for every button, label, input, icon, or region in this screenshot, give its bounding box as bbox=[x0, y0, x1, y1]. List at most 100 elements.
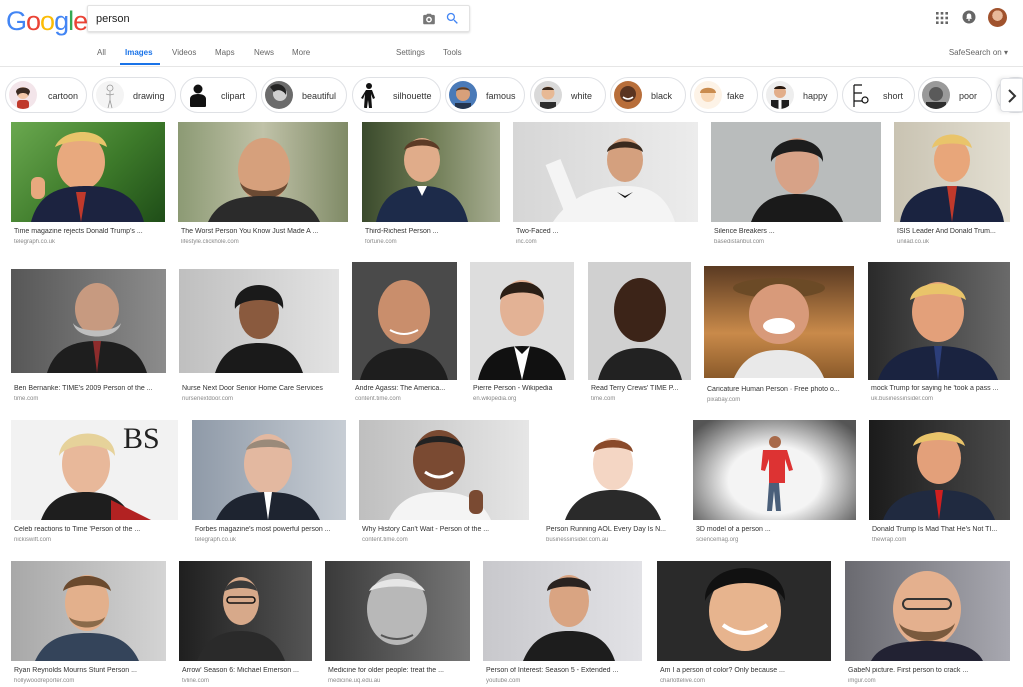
chip-thumbnail bbox=[265, 81, 293, 109]
search-nav: All Images Videos Maps News More Setting… bbox=[0, 48, 1023, 62]
image-result[interactable]: Medicine for older people: treat the ...… bbox=[325, 561, 470, 687]
image-result[interactable]: Am I a person of color? Only because ...… bbox=[657, 561, 831, 687]
chip-black[interactable]: black bbox=[610, 77, 686, 113]
result-source: medicine.uq.edu.au bbox=[328, 678, 381, 684]
tab-news[interactable]: News bbox=[254, 48, 274, 57]
tools-link[interactable]: Tools bbox=[443, 48, 462, 57]
result-source: unilad.co.uk bbox=[897, 239, 930, 245]
result-source: lifestyle.clickhole.com bbox=[181, 239, 239, 245]
result-thumbnail bbox=[868, 262, 1010, 380]
image-result[interactable]: The Worst Person You Know Just Made A ..… bbox=[178, 122, 348, 252]
safesearch-toggle[interactable]: SafeSearch on ▾ bbox=[949, 48, 1008, 57]
image-result[interactable]: Person of Interest: Season 5 - Extended … bbox=[483, 561, 642, 687]
result-thumbnail bbox=[845, 561, 1010, 661]
chip-happy[interactable]: happy bbox=[762, 77, 838, 113]
result-title: Silence Breakers ... bbox=[714, 228, 775, 235]
tab-more[interactable]: More bbox=[292, 48, 310, 57]
chip-famous[interactable]: famous bbox=[445, 77, 525, 113]
chip-fake[interactable]: fake bbox=[690, 77, 758, 113]
chip-silhouette[interactable]: silhouette bbox=[352, 77, 441, 113]
result-source: sciencemag.org bbox=[696, 537, 739, 543]
search-box[interactable] bbox=[87, 5, 470, 32]
result-thumbnail bbox=[11, 122, 165, 222]
result-source: time.com bbox=[14, 396, 39, 402]
google-logo[interactable]: Google bbox=[6, 6, 88, 37]
result-title: mock Trump for saying he 'took a pass ..… bbox=[871, 385, 999, 392]
tab-videos[interactable]: Videos bbox=[172, 48, 196, 57]
image-result[interactable]: Caricature Human Person · Free photo o..… bbox=[704, 266, 854, 407]
result-thumbnail bbox=[657, 561, 831, 661]
settings-link[interactable]: Settings bbox=[396, 48, 425, 57]
result-thumbnail bbox=[11, 561, 166, 661]
result-title: GabeN picture. First person to crack ... bbox=[848, 667, 969, 674]
result-title: Forbes magazine's most powerful person .… bbox=[195, 526, 331, 533]
svg-text:BS: BS bbox=[123, 422, 160, 455]
result-title: Nurse Next Door Senior Home Care Service… bbox=[182, 385, 323, 392]
image-result[interactable]: Why History Can't Wait - Person of the .… bbox=[359, 420, 529, 550]
image-result[interactable]: Two-Faced ... inc.com bbox=[513, 122, 698, 252]
result-thumbnail bbox=[693, 420, 856, 520]
result-source: telegraph.co.uk bbox=[195, 537, 237, 543]
image-result[interactable]: Pierre Person - Wikipedia en.wikipedia.o… bbox=[470, 262, 574, 407]
result-source: imgur.com bbox=[848, 678, 876, 684]
result-source: telegraph.co.uk bbox=[14, 239, 56, 245]
result-source: tvline.com bbox=[182, 678, 210, 684]
image-result[interactable]: Person Running AOL Every Day Is N... bus… bbox=[543, 420, 681, 550]
image-result[interactable]: Third-Richest Person ... fortune.com bbox=[362, 122, 500, 252]
chip-label: fake bbox=[727, 91, 745, 101]
chip-label: cartoon bbox=[48, 91, 79, 101]
chip-label: poor bbox=[959, 91, 978, 101]
chips-next-button[interactable] bbox=[1000, 78, 1023, 112]
result-thumbnail bbox=[470, 262, 574, 380]
result-source: nickiswift.com bbox=[14, 537, 52, 543]
result-source: youtube.com bbox=[486, 678, 521, 684]
image-result[interactable]: Arrow' Season 6: Michael Emerson ... tvl… bbox=[179, 561, 312, 687]
chip-label: silhouette bbox=[393, 91, 432, 101]
apps-grid-icon[interactable] bbox=[936, 12, 948, 24]
image-result[interactable]: Donald Trump Is Mad That He's Not TI... … bbox=[869, 420, 1010, 550]
chip-thumbnail bbox=[449, 81, 477, 109]
chip-white[interactable]: white bbox=[530, 77, 606, 113]
image-result[interactable]: Forbes magazine's most powerful person .… bbox=[192, 420, 346, 550]
result-thumbnail bbox=[352, 262, 457, 380]
image-result[interactable]: ISIS Leader And Donald Trum... unilad.co… bbox=[894, 122, 1010, 252]
image-result[interactable]: Nurse Next Door Senior Home Care Service… bbox=[179, 269, 339, 407]
result-source: en.wikipedia.org bbox=[473, 396, 517, 402]
result-title: Third-Richest Person ... bbox=[365, 228, 439, 235]
result-source: hollywoodreporter.com bbox=[14, 678, 75, 684]
search-icon[interactable] bbox=[445, 11, 460, 26]
chip-cartoon[interactable]: cartoon bbox=[5, 77, 87, 113]
result-source: pixabay.com bbox=[707, 397, 741, 403]
image-result[interactable]: mock Trump for saying he 'took a pass ..… bbox=[868, 262, 1010, 407]
image-result[interactable]: Ben Bernanke: TIME's 2009 Person of the … bbox=[11, 269, 166, 407]
search-input[interactable] bbox=[96, 10, 396, 28]
account-avatar[interactable] bbox=[988, 8, 1007, 27]
notifications-icon[interactable] bbox=[962, 10, 976, 24]
image-result[interactable]: Time magazine rejects Donald Trump's ...… bbox=[11, 122, 165, 252]
result-thumbnail bbox=[11, 269, 166, 373]
camera-icon[interactable] bbox=[422, 12, 436, 26]
image-result[interactable]: Ryan Reynolds Mourns Stunt Person ... ho… bbox=[11, 561, 166, 687]
image-result[interactable]: BS Celeb reactions to Time 'Person of th… bbox=[11, 420, 178, 550]
result-title: Person Running AOL Every Day Is N... bbox=[546, 526, 666, 533]
result-title: Medicine for older people: treat the ... bbox=[328, 667, 444, 674]
result-title: Arrow' Season 6: Michael Emerson ... bbox=[182, 667, 299, 674]
chip-poor[interactable]: poor bbox=[918, 77, 992, 113]
result-title: Person of Interest: Season 5 - Extended … bbox=[486, 667, 619, 674]
image-result[interactable]: GabeN picture. First person to crack ...… bbox=[845, 561, 1010, 687]
chip-beautiful[interactable]: beautiful bbox=[261, 77, 347, 113]
image-result[interactable]: Andre Agassi: The America... content.tim… bbox=[352, 262, 457, 407]
image-result[interactable]: Read Terry Crews' TIME P... time.com bbox=[588, 262, 691, 407]
chip-thumbnail bbox=[96, 81, 124, 109]
tab-maps[interactable]: Maps bbox=[215, 48, 235, 57]
tab-all[interactable]: All bbox=[97, 48, 106, 57]
tab-images[interactable]: Images bbox=[125, 48, 153, 57]
chip-thumbnail bbox=[356, 81, 384, 109]
chip-drawing[interactable]: drawing bbox=[92, 77, 176, 113]
chip-short[interactable]: short bbox=[842, 77, 915, 113]
result-source: thewrap.com bbox=[872, 537, 907, 543]
logo-letter: o bbox=[40, 6, 55, 36]
chip-clipart[interactable]: clipart bbox=[180, 77, 257, 113]
image-result[interactable]: Silence Breakers ... basedistanbul.com bbox=[711, 122, 881, 252]
image-result[interactable]: 3D model of a person ... sciencemag.org bbox=[693, 420, 856, 550]
